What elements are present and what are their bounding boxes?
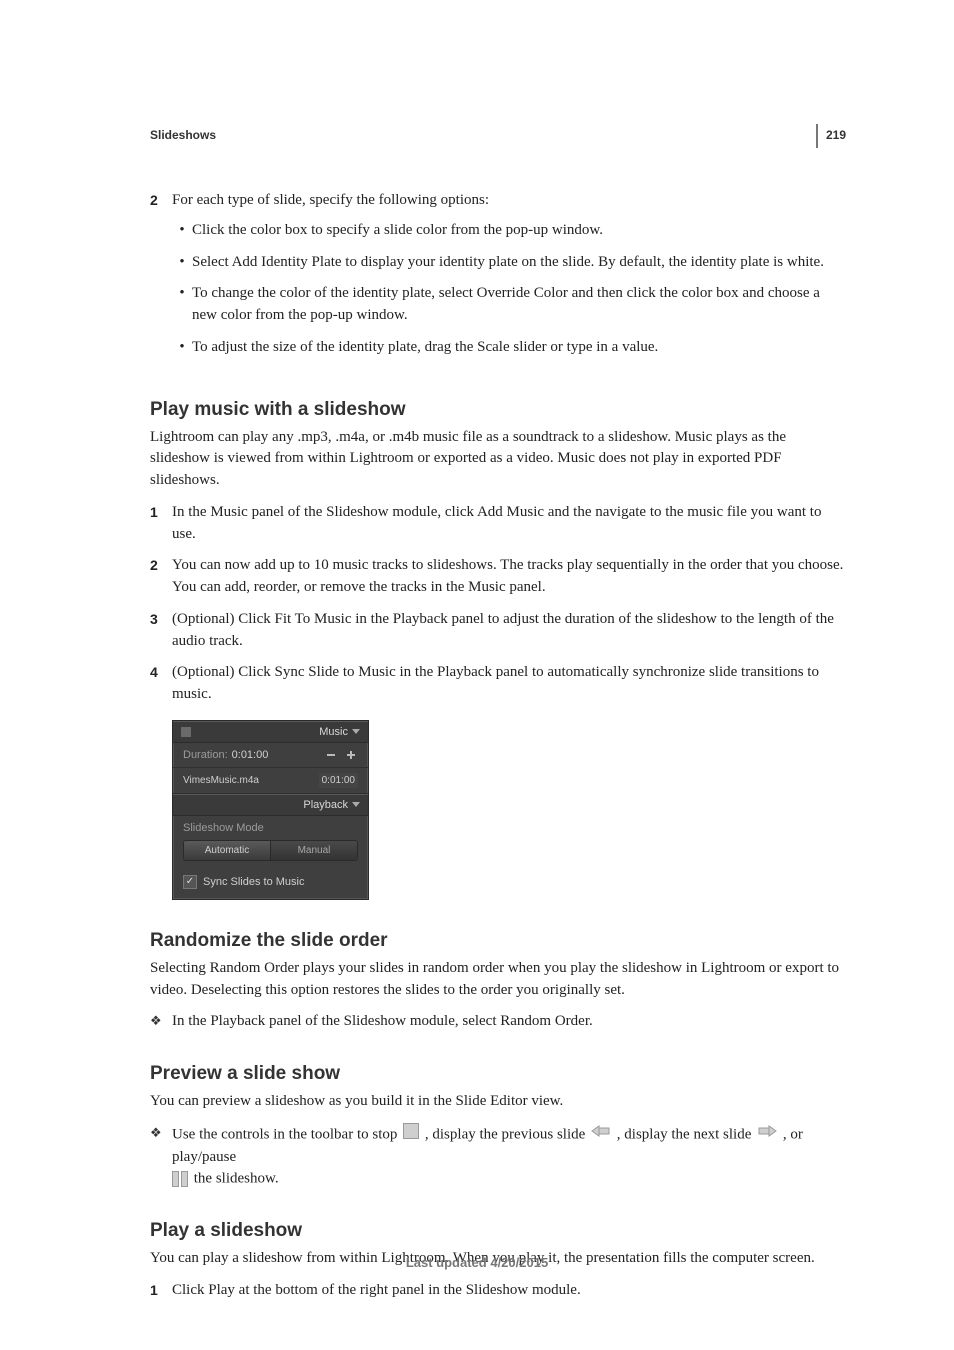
step-body: Click Play at the bottom of the right pa… (172, 1280, 844, 1302)
step-list: 1 Click Play at the bottom of the right … (150, 1280, 844, 1302)
slideshow-mode-label: Slideshow Mode (183, 822, 264, 834)
music-section-header[interactable]: Music (173, 721, 368, 743)
text-segment: , display the next slide (617, 1126, 755, 1142)
step-item: 3 (Optional) Click Fit To Music in the P… (150, 609, 844, 653)
text-segment: , display the previous slide (425, 1126, 589, 1142)
text-segment: the slideshow. (194, 1171, 279, 1187)
panel-toggle-icon[interactable] (181, 727, 191, 737)
paragraph: Lightroom can play any .mp3, .m4a, or .m… (150, 427, 844, 492)
step-item: 2 You can now add up to 10 music tracks … (150, 555, 844, 599)
step-number: 1 (150, 1280, 172, 1302)
page-number: 219 (816, 124, 846, 148)
step-lead: For each type of slide, specify the foll… (172, 192, 489, 208)
step-number: 3 (150, 609, 172, 653)
duration-value: 0:01:00 (232, 749, 269, 761)
sub-bullet-list: • Click the color box to specify a slide… (172, 220, 844, 359)
step-item: 4 (Optional) Click Sync Slide to Music i… (150, 662, 844, 706)
playback-title: Playback (303, 799, 348, 811)
play-pause-icon (172, 1168, 188, 1190)
step-body: (Optional) Click Sync Slide to Music in … (172, 662, 844, 706)
diamond-item: ❖ In the Playback panel of the Slideshow… (150, 1011, 844, 1033)
bullet-text: To adjust the size of the identity plate… (192, 337, 844, 359)
step-number: 2 (150, 190, 172, 369)
sync-row[interactable]: ✓ Sync Slides to Music (173, 869, 368, 899)
step-number: 2 (150, 555, 172, 599)
diamond-item: ❖ Use the controls in the toolbar to sto… (150, 1123, 844, 1191)
step-item: 1 Click Play at the bottom of the right … (150, 1280, 844, 1302)
mode-manual[interactable]: Manual (270, 841, 357, 860)
sub-bullet-item: • To change the color of the identity pl… (172, 283, 844, 327)
page: 219 Slideshows 2 For each type of slide,… (0, 0, 954, 1350)
bullet-mark: • (172, 337, 192, 359)
bullet-text: Click the color box to specify a slide c… (192, 220, 844, 242)
sub-bullet-item: • Select Add Identity Plate to display y… (172, 252, 844, 274)
bullet-mark: • (172, 220, 192, 242)
footer-last-updated: Last updated 4/20/2015 (0, 1255, 954, 1270)
diamond-text: Use the controls in the toolbar to stop … (172, 1123, 844, 1191)
track-name: VimesMusic.m4a (183, 775, 319, 786)
diamond-mark: ❖ (150, 1123, 172, 1191)
step-body: (Optional) Click Fit To Music in the Pla… (172, 609, 844, 653)
paragraph: Selecting Random Order plays your slides… (150, 958, 844, 1002)
heading-play-music: Play music with a slideshow (150, 399, 844, 421)
step-body: You can now add up to 10 music tracks to… (172, 555, 844, 599)
sub-bullet-item: • To adjust the size of the identity pla… (172, 337, 844, 359)
sub-bullet-item: • Click the color box to specify a slide… (172, 220, 844, 242)
paragraph: You can preview a slideshow as you build… (150, 1091, 844, 1113)
text-segment: Use the controls in the toolbar to stop (172, 1126, 401, 1142)
step-list: 1 In the Music panel of the Slideshow mo… (150, 502, 844, 706)
bullet-mark: • (172, 283, 192, 327)
step-number: 4 (150, 662, 172, 706)
sync-label: Sync Slides to Music (203, 876, 304, 888)
music-playback-panel: Music Duration: 0:01:00 VimesMusic.m4a 0… (172, 720, 369, 900)
chevron-down-icon[interactable] (352, 729, 360, 734)
next-slide-icon (757, 1124, 777, 1146)
step-number: 1 (150, 502, 172, 546)
step-body: In the Music panel of the Slideshow modu… (172, 502, 844, 546)
diamond-mark: ❖ (150, 1011, 172, 1033)
track-row[interactable]: VimesMusic.m4a 0:01:00 (173, 768, 368, 794)
diamond-text: In the Playback panel of the Slideshow m… (172, 1011, 844, 1033)
step-item: 1 In the Music panel of the Slideshow mo… (150, 502, 844, 546)
bullet-text: Select Add Identity Plate to display you… (192, 252, 844, 274)
playback-section-header[interactable]: Playback (173, 794, 368, 816)
stop-icon (403, 1123, 419, 1147)
chevron-down-icon[interactable] (352, 802, 360, 807)
bullet-text: To change the color of the identity plat… (192, 283, 844, 327)
track-duration: 0:01:00 (319, 773, 358, 788)
running-header: Slideshows (150, 128, 844, 142)
slideshow-mode-row: Slideshow Mode (173, 816, 368, 834)
heading-play-slideshow: Play a slideshow (150, 1220, 844, 1242)
slideshow-mode-toggle[interactable]: Automatic Manual (183, 840, 358, 861)
add-track-button[interactable] (344, 749, 358, 761)
panel: Music Duration: 0:01:00 VimesMusic.m4a 0… (172, 720, 369, 900)
checkbox-checked-icon[interactable]: ✓ (183, 875, 197, 889)
music-title: Music (319, 726, 348, 738)
bullet-mark: • (172, 252, 192, 274)
step-body: For each type of slide, specify the foll… (172, 190, 844, 369)
duration-row: Duration: 0:01:00 (173, 743, 368, 768)
step-list: 2 For each type of slide, specify the fo… (150, 190, 844, 369)
remove-track-button[interactable] (324, 749, 338, 761)
mode-automatic[interactable]: Automatic (184, 841, 270, 860)
heading-randomize: Randomize the slide order (150, 930, 844, 952)
step-item: 2 For each type of slide, specify the fo… (150, 190, 844, 369)
heading-preview: Preview a slide show (150, 1063, 844, 1085)
previous-slide-icon (591, 1124, 611, 1146)
duration-label: Duration: (183, 749, 228, 761)
